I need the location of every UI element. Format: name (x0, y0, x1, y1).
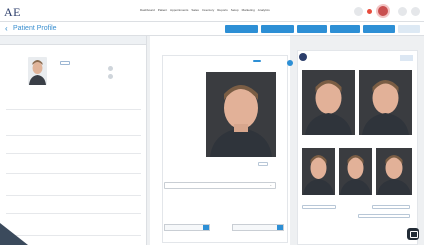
status-indicator (108, 66, 113, 71)
info-field (6, 98, 141, 110)
status-indicator (108, 74, 113, 79)
page-header: ‹ Patient Profile (0, 22, 424, 36)
date-chip[interactable] (253, 60, 261, 62)
header-actions (225, 25, 420, 33)
patient-info (60, 57, 70, 66)
content-tabs (161, 40, 167, 41)
chat-icon[interactable] (407, 228, 419, 240)
sidebar-header (0, 36, 146, 45)
info-field (6, 182, 141, 196)
nav-item-sales[interactable]: Sales (191, 8, 199, 12)
treatment-select[interactable]: ⌄ (164, 182, 276, 189)
toggle-icon[interactable] (287, 60, 293, 66)
section-button[interactable] (258, 162, 268, 166)
nav-item-inventory[interactable]: Inventory (202, 8, 214, 12)
user-avatar[interactable] (376, 4, 390, 18)
gallery-button-3[interactable] (358, 214, 410, 218)
info-field (6, 122, 141, 136)
info-field (6, 160, 141, 174)
patient-badge[interactable] (60, 61, 70, 65)
action-icon (277, 225, 283, 230)
bottom-button-2[interactable] (232, 224, 284, 231)
gallery-button-1[interactable] (302, 205, 336, 209)
action-button-1[interactable] (225, 25, 258, 33)
gallery-button-2[interactable] (372, 205, 410, 209)
nav-item-appointments[interactable]: Appointments (170, 8, 188, 12)
patient-photo (28, 57, 47, 85)
settings-icon[interactable] (398, 6, 407, 16)
nav-item-setup[interactable]: Setup (231, 8, 239, 12)
notification-icon[interactable] (367, 8, 372, 14)
info-field (6, 200, 141, 214)
gallery-edit-button[interactable] (400, 55, 413, 61)
action-button-4[interactable] (330, 25, 360, 33)
gallery-photo[interactable] (302, 148, 335, 195)
gallery-photo[interactable] (359, 70, 412, 135)
gallery-photo[interactable] (302, 70, 355, 135)
nav-item-marketing[interactable]: Marketing (242, 8, 255, 12)
footer-decoration (0, 223, 28, 245)
chevron-down-icon: ⌄ (269, 183, 272, 187)
bottom-button-1[interactable] (164, 224, 210, 231)
top-icons (354, 4, 420, 18)
app-logo[interactable]: AE (4, 5, 21, 20)
main-patient-photo[interactable] (206, 72, 276, 157)
action-button-5[interactable] (363, 25, 395, 33)
action-button-6[interactable] (398, 25, 420, 33)
action-button-3[interactable] (297, 25, 327, 33)
nav-item-dashboard[interactable]: Dashboard (140, 8, 155, 12)
nav-item-reports[interactable]: Reports (217, 8, 228, 12)
top-bar: AE Dashboard Patient Appointments Sales … (0, 0, 424, 22)
back-arrow-icon[interactable]: ‹ (5, 24, 8, 33)
main-nav: Dashboard Patient Appointments Sales Inv… (140, 8, 270, 12)
help-icon[interactable] (354, 6, 363, 16)
menu-icon[interactable] (411, 6, 420, 16)
nav-item-analytics[interactable]: Analytics (258, 8, 270, 12)
gallery-photo[interactable] (339, 148, 372, 195)
patient-sidebar (0, 36, 147, 245)
action-button-2[interactable] (261, 25, 294, 33)
nav-item-patient[interactable]: Patient (158, 8, 167, 12)
info-field (6, 140, 141, 154)
gallery-photo[interactable] (376, 148, 412, 195)
page-title: Patient Profile (13, 25, 57, 32)
gallery-logo-icon (299, 53, 307, 61)
action-icon (203, 225, 209, 230)
